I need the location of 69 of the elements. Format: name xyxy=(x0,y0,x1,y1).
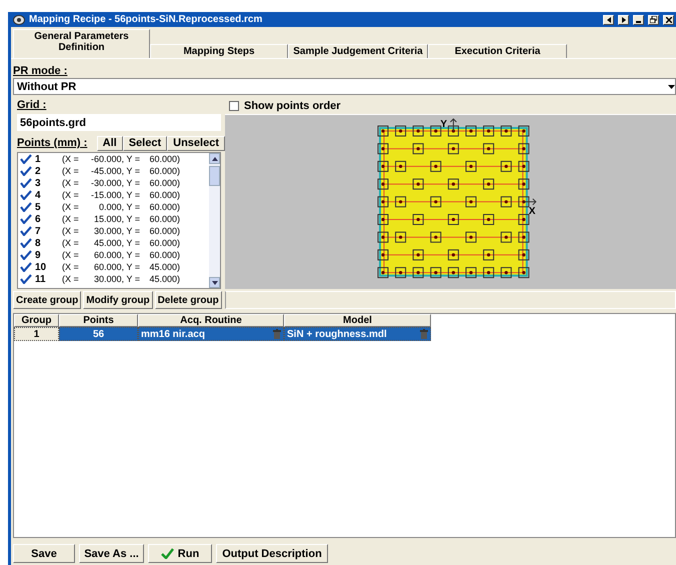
check-icon[interactable] xyxy=(20,214,32,224)
tab[interactable]: Definition xyxy=(13,42,150,58)
check-icon xyxy=(160,548,174,559)
check-icon[interactable] xyxy=(20,238,32,248)
close-icon[interactable] xyxy=(663,14,674,24)
point-row[interactable]: 1 (X = -60.000, Y = 60.000) xyxy=(20,153,209,165)
table-cell[interactable]: 56 xyxy=(59,327,138,341)
point-row[interactable]: 6 (X = 15.000, Y = 60.000) xyxy=(20,213,209,225)
footer-button[interactable]: Save As ... xyxy=(79,544,144,563)
select-button[interactable]: Select xyxy=(122,136,168,150)
field-label: PR mode : xyxy=(13,65,68,77)
check-icon[interactable] xyxy=(20,190,32,200)
point-row[interactable]: 3 (X = -30.000, Y = 60.000) xyxy=(20,177,209,189)
points-list[interactable] xyxy=(17,152,221,289)
check-icon[interactable] xyxy=(20,250,32,260)
point-row[interactable]: 11 (X = 30.000, Y = 45.000) xyxy=(20,273,209,285)
pr-mode-dropdown[interactable]: Without PR xyxy=(13,78,676,95)
tab[interactable]: Execution Criteria xyxy=(428,44,567,58)
check-icon[interactable] xyxy=(20,262,32,272)
axis-label: X xyxy=(528,205,536,216)
table-cell[interactable]: 1 xyxy=(14,327,59,341)
checkbox[interactable] xyxy=(229,101,239,112)
scroll-up-button[interactable] xyxy=(209,153,220,164)
group-button[interactable]: Modify group xyxy=(83,291,153,309)
axis-label: Y xyxy=(440,118,448,130)
footer-button[interactable]: Output Description xyxy=(216,544,328,563)
footer-button[interactable]: Run xyxy=(148,544,212,563)
point-row[interactable]: 9 (X = 60.000, Y = 60.000) xyxy=(20,249,209,261)
scroll-thumb[interactable] xyxy=(209,166,220,186)
column-header[interactable]: Model xyxy=(284,314,431,327)
column-header[interactable]: Group xyxy=(14,314,59,327)
check-icon[interactable] xyxy=(20,154,32,164)
field-label: Grid : xyxy=(17,99,46,111)
minimize-icon[interactable] xyxy=(633,14,644,24)
check-icon[interactable] xyxy=(20,226,32,236)
table-cell[interactable]: mm16 nir.acq xyxy=(138,327,284,341)
footer-button[interactable]: Save xyxy=(13,544,75,563)
grid-field[interactable]: 56points.grd xyxy=(17,114,221,131)
group-button[interactable]: Create group xyxy=(13,291,82,309)
tab[interactable]: Mapping Steps xyxy=(150,44,288,58)
point-row[interactable]: 4 (X = -15.000, Y = 60.000) xyxy=(20,189,209,201)
point-row[interactable]: 5 (X = 0.000, Y = 60.000) xyxy=(20,201,209,213)
check-icon[interactable] xyxy=(20,178,32,188)
point-row[interactable]: 2 (X = -45.000, Y = 60.000) xyxy=(20,165,209,177)
check-icon[interactable] xyxy=(20,202,32,212)
app-logo-icon xyxy=(13,14,25,24)
check-icon[interactable] xyxy=(20,274,32,284)
select-button[interactable]: Unselect xyxy=(167,136,225,150)
column-header[interactable]: Points xyxy=(59,314,138,327)
scroll-left-icon[interactable] xyxy=(603,14,614,24)
check-icon[interactable] xyxy=(20,166,32,176)
point-row[interactable]: 7 (X = 30.000, Y = 60.000) xyxy=(20,225,209,237)
group-button[interactable]: Delete group xyxy=(154,291,222,309)
caret-up-icon[interactable] xyxy=(212,156,218,160)
field-label: Points (mm) : xyxy=(17,137,88,149)
select-button[interactable]: All xyxy=(96,136,123,150)
checkbox-label: Show points order xyxy=(244,100,341,112)
scroll-right-icon[interactable] xyxy=(618,14,629,24)
tab[interactable]: Sample Judgement Criteria xyxy=(288,44,428,58)
table-cell[interactable]: SiN + roughness.mdl xyxy=(284,327,431,341)
restore-icon[interactable] xyxy=(648,14,659,24)
point-row[interactable]: 8 (X = 45.000, Y = 60.000) xyxy=(20,237,209,249)
column-header[interactable]: Acq. Routine xyxy=(138,314,284,327)
dropdown-arrow-icon[interactable] xyxy=(668,84,675,88)
point-row[interactable]: 10 (X = 60.000, Y = 45.000) xyxy=(20,261,209,273)
window-title: Mapping Recipe - 56points-SiN.Reprocessed.rcm xyxy=(29,14,264,25)
scrollbar[interactable] xyxy=(209,153,220,288)
caret-down-icon[interactable] xyxy=(212,280,218,284)
scroll-down-button[interactable] xyxy=(209,277,220,288)
